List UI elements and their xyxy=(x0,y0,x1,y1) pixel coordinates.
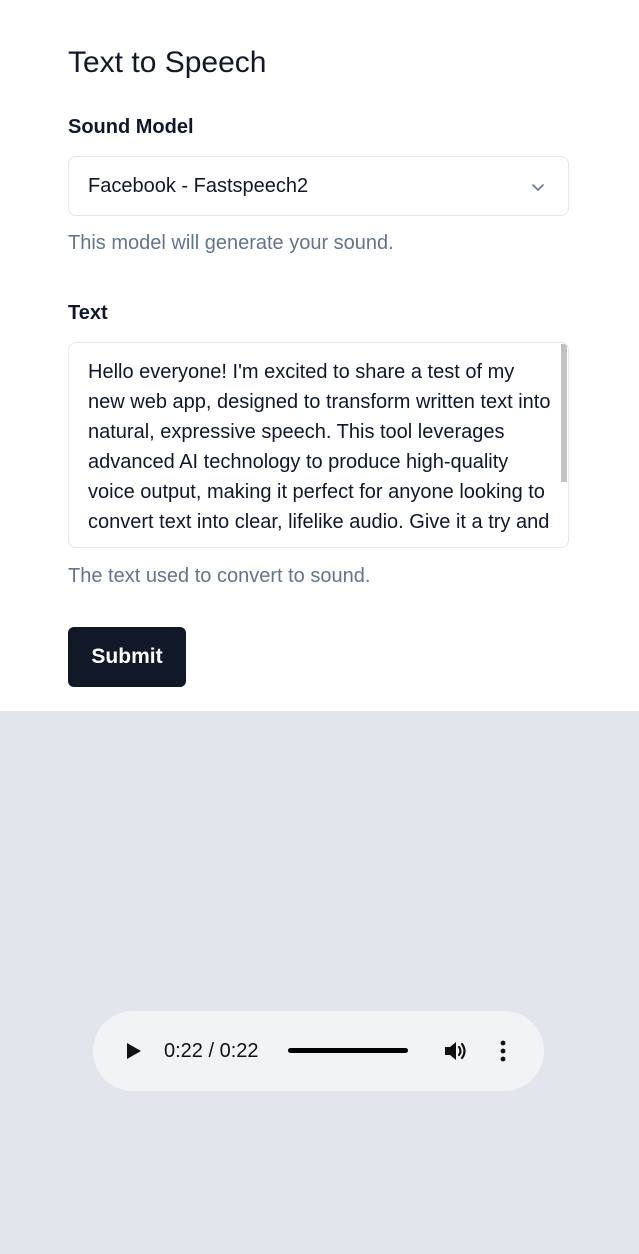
text-help: The text used to convert to sound. xyxy=(68,565,371,587)
audio-progress-bar[interactable] xyxy=(288,1048,408,1053)
chevron-down-icon xyxy=(532,184,544,191)
audio-progress-fill xyxy=(288,1048,408,1053)
sound-model-value: Facebook - Fastspeech2 xyxy=(88,175,309,197)
volume-icon[interactable] xyxy=(443,1039,469,1063)
tts-form: Text to Speech Sound Model Facebook - Fa… xyxy=(0,0,639,711)
sound-model-select[interactable]: Facebook - Fastspeech2 xyxy=(68,156,569,216)
text-label: Text xyxy=(68,302,108,324)
submit-button[interactable]: Submit xyxy=(68,627,186,687)
play-icon[interactable] xyxy=(123,1041,143,1061)
sound-model-help: This model will generate your sound. xyxy=(68,232,394,254)
text-input-value: Hello everyone! I'm excited to share a t… xyxy=(88,361,551,533)
scrollbar-thumb[interactable] xyxy=(561,344,567,482)
text-input[interactable]: Hello everyone! I'm excited to share a t… xyxy=(68,342,569,548)
audio-output-panel: 0:22 / 0:22 xyxy=(0,711,639,1254)
sound-model-label: Sound Model xyxy=(68,116,194,138)
page-title: Text to Speech xyxy=(68,46,267,79)
audio-time: 0:22 / 0:22 xyxy=(164,1040,259,1062)
textarea-scrollbar[interactable] xyxy=(560,343,568,547)
more-vertical-icon[interactable] xyxy=(496,1039,510,1063)
audio-player[interactable]: 0:22 / 0:22 xyxy=(93,1011,544,1091)
